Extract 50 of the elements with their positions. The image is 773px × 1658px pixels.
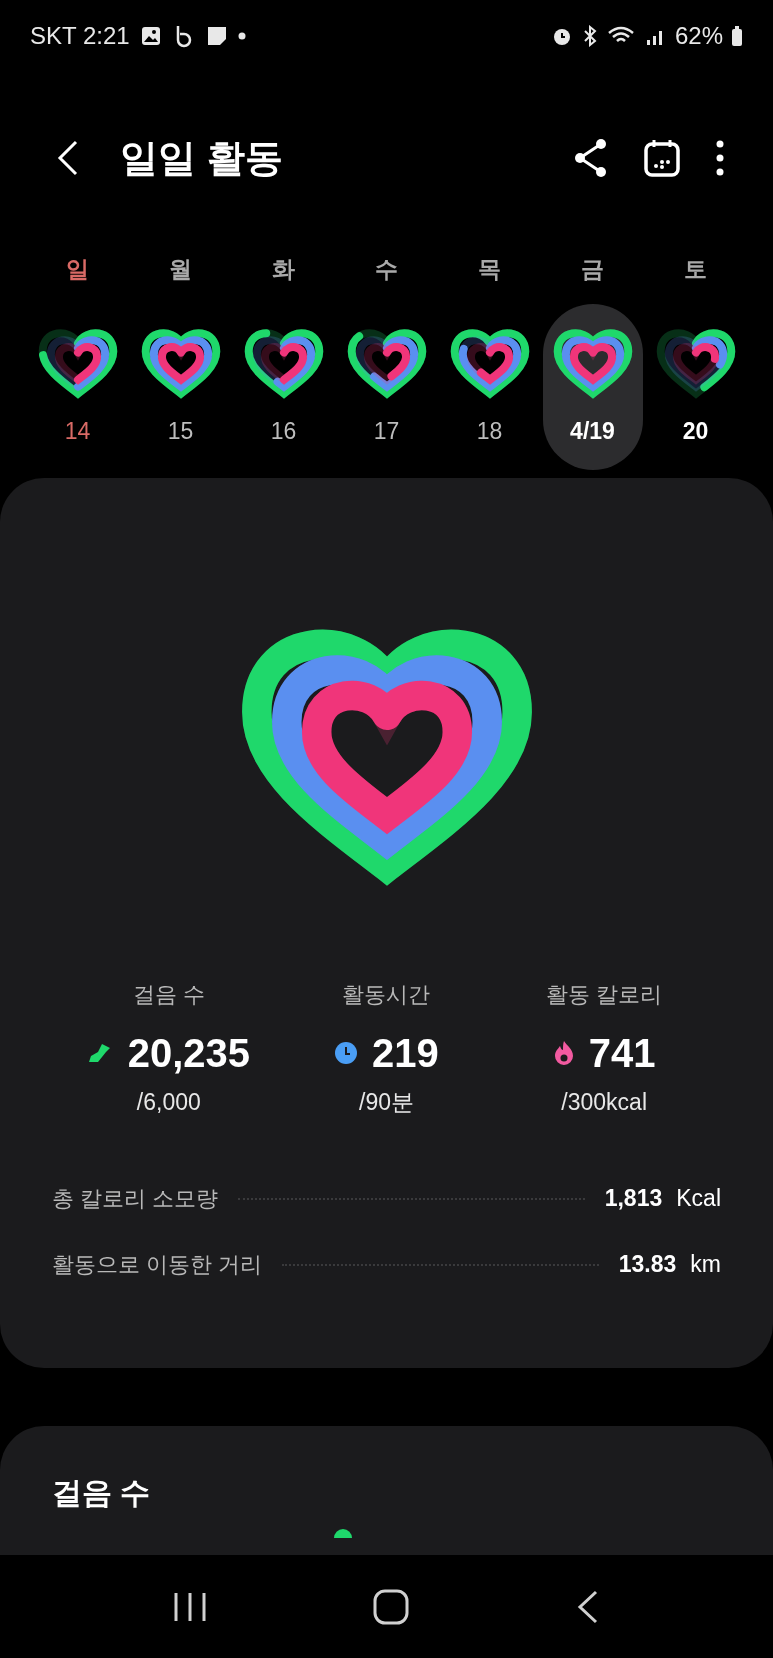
dot-icon: [237, 32, 246, 40]
more-icon: [715, 138, 725, 178]
day-button[interactable]: 17: [336, 304, 437, 470]
clock-icon: [334, 1041, 359, 1065]
stat-label: 활동 칼로리: [546, 981, 663, 1009]
detail-value: 1,813: [604, 1184, 663, 1214]
share-icon: [573, 138, 609, 178]
weekday-label: 화: [272, 255, 295, 284]
battery-icon: [731, 25, 743, 47]
more-button[interactable]: [715, 138, 725, 178]
flame-icon: [552, 1040, 575, 1066]
back-icon: [56, 138, 80, 178]
status-time: SKT 2:21: [30, 21, 130, 51]
card-title: 걸음 수: [52, 1476, 151, 1509]
detail-unit: km: [690, 1250, 721, 1280]
stat-value: 219: [372, 1030, 439, 1077]
detail-unit: Kcal: [676, 1184, 721, 1214]
share-button[interactable]: [573, 138, 609, 178]
calendar-button[interactable]: [643, 138, 681, 178]
page-title: 일일 활동: [120, 135, 283, 181]
stat-goal: /90분: [359, 1088, 414, 1117]
nav-back-button[interactable]: [575, 1588, 600, 1625]
weekday-label: 목: [478, 255, 501, 284]
calendar-icon: [643, 138, 681, 178]
home-button[interactable]: [373, 1588, 410, 1625]
stat-goal: /6,000: [136, 1088, 201, 1117]
detail-value: 13.83: [618, 1250, 677, 1280]
detail-label: 활동으로 이동한 거리: [52, 1251, 263, 1279]
weekday-label: 월: [169, 255, 192, 284]
detail-label: 총 칼로리 소모량: [52, 1185, 219, 1213]
weekday-label: 토: [684, 255, 707, 284]
stat-goal: /300kcal: [561, 1088, 647, 1117]
weekday-label: 일: [66, 255, 89, 284]
day-button[interactable]: 18: [439, 304, 540, 470]
nav-back-icon: [575, 1588, 600, 1625]
note-icon: [205, 25, 228, 47]
stat-label: 활동시간: [342, 981, 431, 1009]
stat-value: 20,235: [127, 1030, 250, 1077]
day-button[interactable]: 15: [130, 304, 231, 470]
day-button[interactable]: 4/19: [542, 304, 643, 470]
stat-value: 741: [588, 1030, 656, 1077]
home-icon: [373, 1588, 410, 1625]
gallery-icon: [139, 25, 162, 47]
day-button[interactable]: 20: [645, 304, 746, 470]
day-button[interactable]: 16: [233, 304, 334, 470]
weekday-label: 수: [375, 255, 398, 284]
day-button[interactable]: 14: [27, 304, 128, 470]
battery-percent: 62%: [674, 21, 723, 51]
weekday-label: 금: [581, 255, 604, 284]
stat-label: 걸음 수: [132, 981, 205, 1009]
